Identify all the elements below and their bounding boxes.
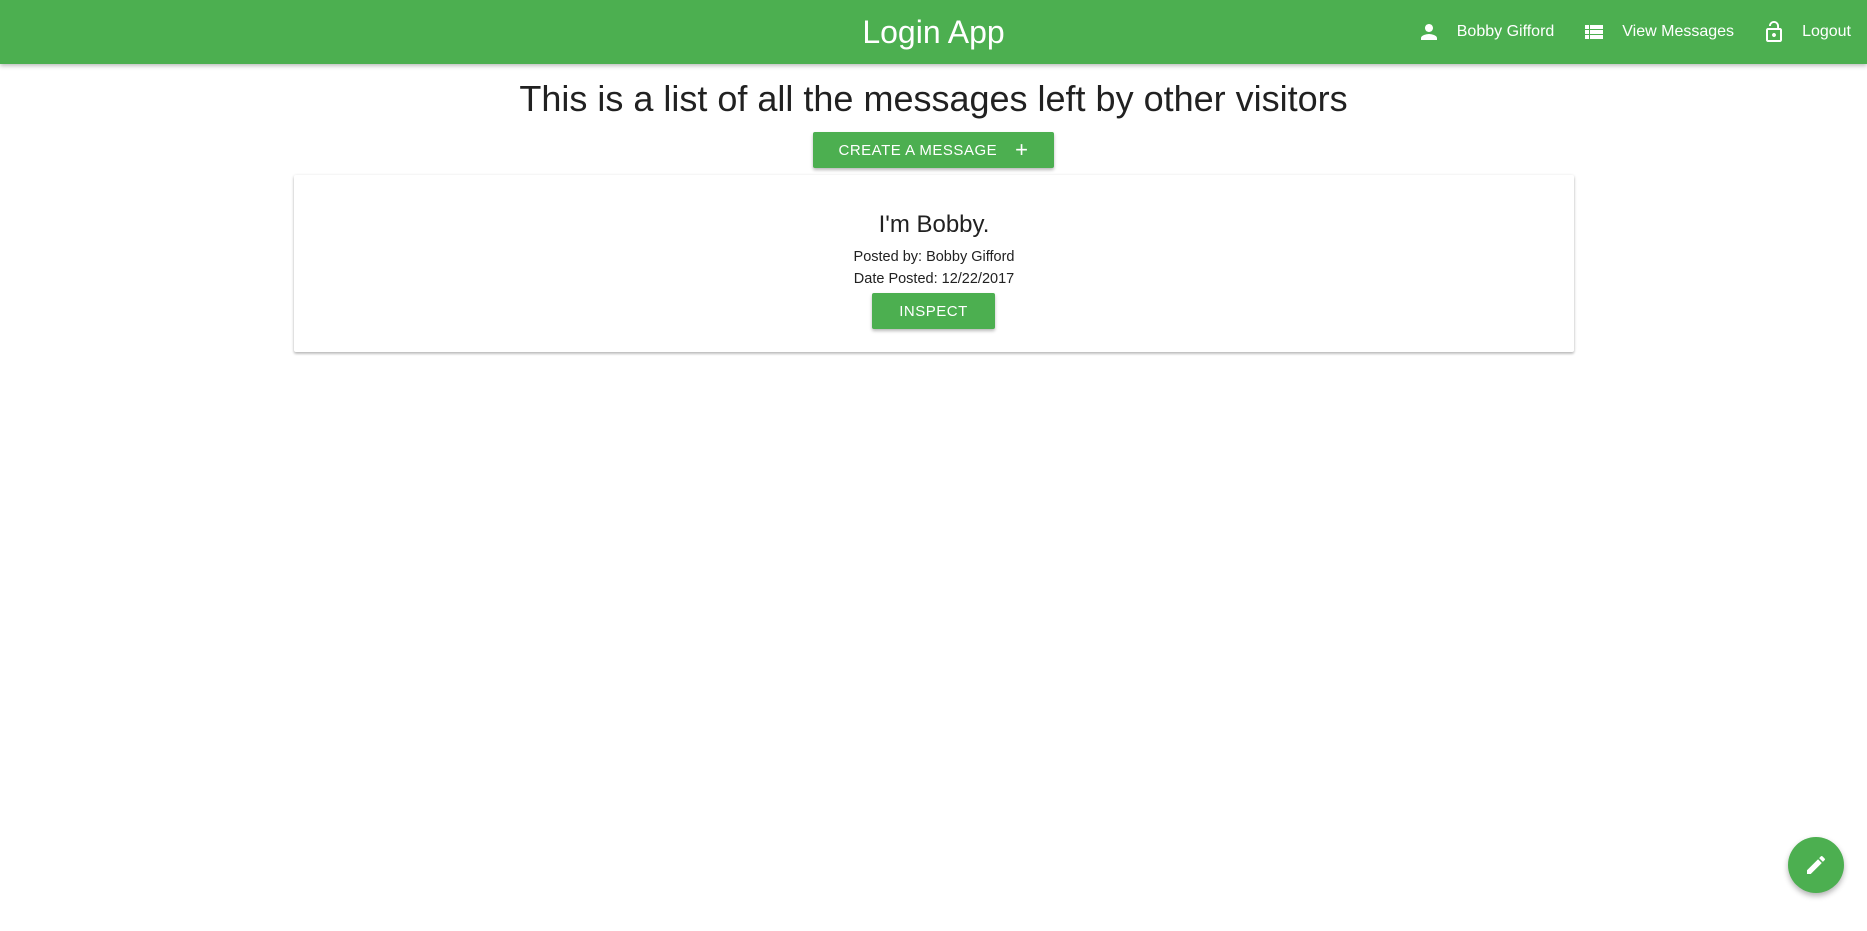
nav-item-profile[interactable]: Bobby Gifford bbox=[1403, 0, 1569, 64]
message-title: I'm Bobby. bbox=[878, 211, 990, 238]
lock-open-icon bbox=[1762, 20, 1786, 44]
inspect-button[interactable]: INSPECT bbox=[872, 293, 995, 329]
message-date: Date Posted: 12/22/2017 bbox=[853, 271, 1015, 287]
pencil-icon bbox=[1807, 855, 1826, 874]
message-author: Posted by: Bobby Gifford bbox=[853, 249, 1015, 265]
message-card: I'm Bobby. Posted by: Bobby Gifford Date… bbox=[294, 175, 1574, 352]
create-message-button[interactable]: CREATE A MESSAGE + bbox=[813, 132, 1054, 168]
nav-item-logout[interactable]: Logout bbox=[1748, 0, 1851, 64]
list-icon bbox=[1582, 20, 1606, 44]
person-icon bbox=[1417, 20, 1441, 44]
app-bar: Login App Bobby Gifford View Messages Lo… bbox=[0, 0, 1867, 64]
nav-item-label: View Messages bbox=[1622, 23, 1735, 40]
page-heading: This is a list of all the messages left … bbox=[519, 78, 1348, 119]
nav-item-view-messages[interactable]: View Messages bbox=[1568, 0, 1748, 64]
create-message-label: CREATE A MESSAGE bbox=[838, 141, 998, 159]
nav-item-label: Logout bbox=[1802, 23, 1851, 40]
top-nav: Bobby Gifford View Messages Logout bbox=[1403, 0, 1851, 64]
plus-icon: + bbox=[1015, 137, 1029, 162]
nav-item-label: Bobby Gifford bbox=[1456, 23, 1555, 40]
compose-fab[interactable] bbox=[1788, 837, 1844, 893]
